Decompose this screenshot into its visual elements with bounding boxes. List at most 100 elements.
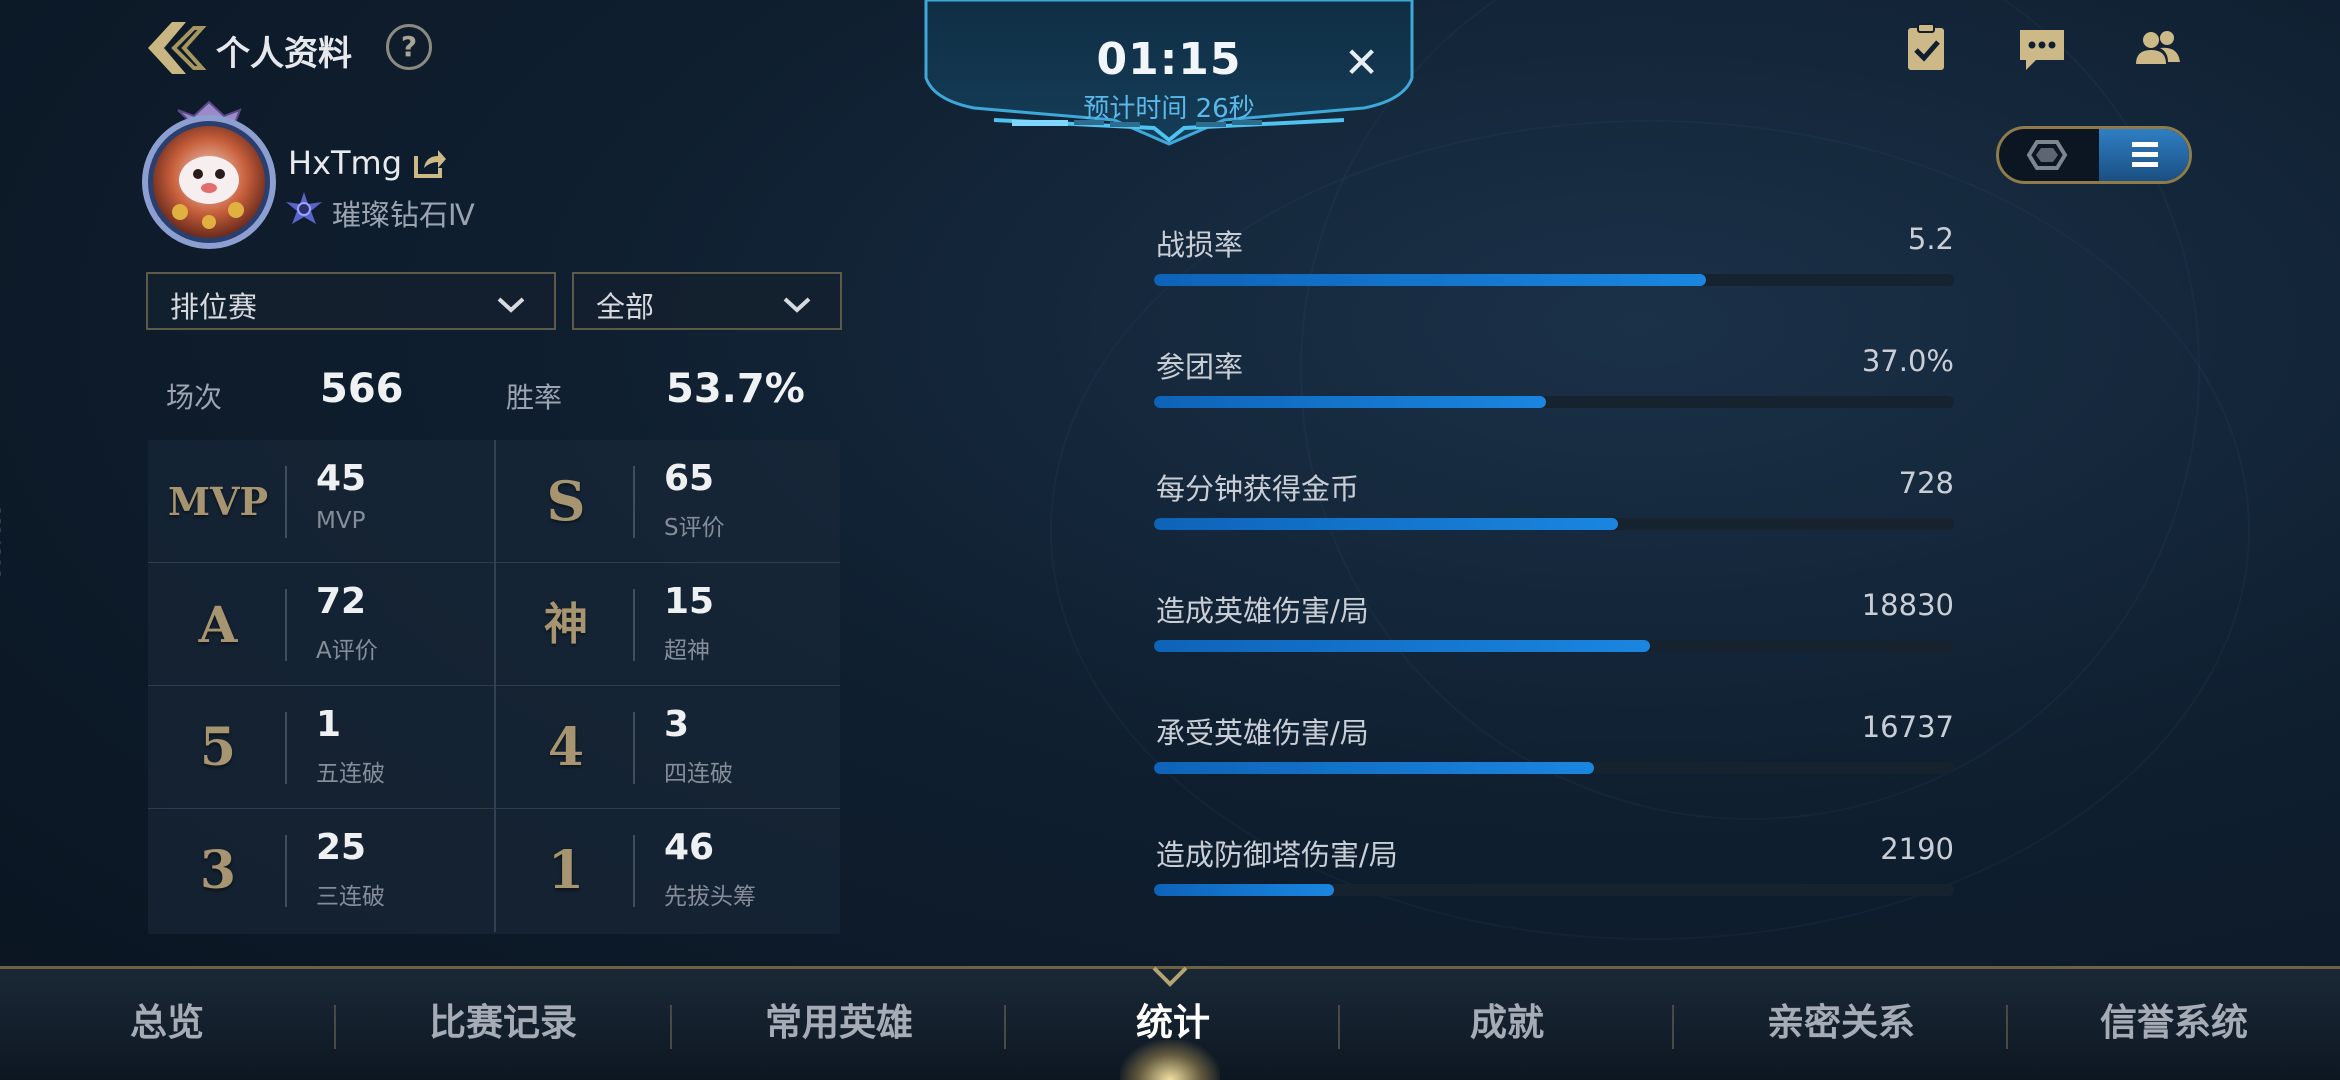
tab-overview[interactable]: 总览 [0,969,334,1080]
stat-mvp: MVP 45 MVP [148,440,494,563]
bar-value: 728 [1898,466,1954,500]
bar-track [1154,396,1954,408]
tab-achievements[interactable]: 成就 [1340,969,1674,1080]
stat-divider [285,589,287,661]
stat-value: 65 [664,458,715,499]
stat-bar-row: 参团率 37.0% [1154,344,1954,454]
stat-a-rating: A 72 A评价 [148,563,494,686]
bar-label: 造成英雄伤害/局 [1156,594,1369,628]
chat-button[interactable] [2014,20,2070,76]
winrate-value: 53.7% [666,366,805,412]
mvp-badge-icon: MVP [167,479,269,524]
bar-label: 造成防御塔伤害/局 [1156,838,1398,872]
chevron-down-icon [497,297,525,313]
stat-value: 15 [664,581,715,622]
help-button[interactable]: ? [386,24,432,70]
stat-label: 超神 [664,638,710,664]
bar-label: 每分钟获得金币 [1156,472,1360,506]
share-button[interactable] [412,146,448,180]
tab-match-history[interactable]: 比赛记录 [336,969,670,1080]
scope-dropdown[interactable]: 全部 [572,272,842,330]
friends-button[interactable] [2130,20,2186,76]
bar-fill [1154,396,1546,408]
tasks-button[interactable] [1898,20,1954,76]
stat-bar-row: 造成英雄伤害/局 18830 [1154,588,1954,698]
stat-divider [285,466,287,538]
quadra-kill-badge-icon: 4 [547,717,585,778]
bar-value: 5.2 [1907,222,1954,256]
avatar-frame [142,100,276,249]
tab-common-heroes[interactable]: 常用英雄 [672,969,1006,1080]
stat-label: 五连破 [316,761,385,787]
hexagon-icon [2026,140,2068,170]
stat-divider [633,589,635,661]
winrate-label: 胜率 [506,381,563,414]
rank-emblem [284,190,324,228]
view-toggle[interactable] [1996,126,2192,184]
stat-first-blood: 1 46 先拔头筹 [494,809,840,932]
list-icon [2132,142,2158,167]
mode-dropdown[interactable]: 排位赛 [146,272,556,330]
bar-value: 37.0% [1861,344,1954,378]
bar-fill [1154,762,1594,774]
rank-text: 璀璨钻石Ⅳ [332,198,475,232]
bar-value: 18830 [1861,588,1954,622]
bar-value: 2190 [1880,832,1954,866]
stat-divider [285,712,287,784]
stat-quadra-kill: 4 3 四连破 [494,686,840,809]
active-tab-arrow-icon [1152,966,1188,987]
tab-credit-system[interactable]: 信誉系统 [2008,969,2340,1080]
bar-track [1154,884,1954,896]
clipboard-check-icon [1908,23,1944,70]
stat-label: 四连破 [664,761,733,787]
bar-fill [1154,518,1618,530]
stat-label: MVP [316,508,366,534]
stat-value: 45 [316,458,367,499]
stat-divider [633,712,635,784]
chat-icon [2020,30,2064,70]
list-view-button[interactable] [2099,129,2189,181]
penta-kill-badge-icon: 5 [199,717,237,778]
stat-bar-row: 承受英雄伤害/局 16737 [1154,710,1954,820]
avatar[interactable] [140,100,278,250]
bar-track [1154,640,1954,652]
bar-label: 战损率 [1156,228,1244,262]
stat-value: 72 [316,581,367,622]
stat-penta-kill: 5 1 五连破 [148,686,494,809]
bar-label: 承受英雄伤害/局 [1156,716,1369,750]
stat-label: A评价 [316,638,378,664]
bar-fill [1154,884,1334,896]
bar-track [1154,762,1954,774]
friends-icon [2136,31,2180,64]
diamond-rank-icon [286,192,322,224]
page-title: 个人资料 [216,34,352,74]
stat-divider [285,835,287,907]
stat-s-rating: S 65 S评价 [494,440,840,563]
share-icon [414,150,446,178]
first-blood-badge-icon: 1 [547,840,585,901]
stat-label: 先拔头筹 [664,884,756,910]
hexagon-view-button[interactable] [1999,129,2095,181]
bar-fill [1154,274,1706,286]
tab-relationships[interactable]: 亲密关系 [1674,969,2008,1080]
timer-time: 01:15 [1096,34,1242,85]
a-rating-badge-icon: A [198,595,238,654]
matches-label: 场次 [166,381,223,414]
timer-estimate: 预计时间 26秒 [1083,94,1255,124]
back-button[interactable] [140,18,210,78]
matches-value: 566 [320,366,404,412]
stat-legendary: 神 15 超神 [494,563,840,686]
chevron-down-icon [783,297,811,313]
bar-track [1154,518,1954,530]
back-arrow-icon [148,22,207,74]
active-tab-glow [1120,1040,1220,1080]
close-timer-button[interactable]: ✕ [1344,38,1379,87]
stat-value: 46 [664,827,715,868]
stat-label: 三连破 [316,884,385,910]
bar-value: 16737 [1861,710,1954,744]
bar-label: 参团率 [1156,350,1244,384]
stat-value: 25 [316,827,367,868]
stat-triple-kill: 3 25 三连破 [148,809,494,932]
scope-dropdown-value: 全部 [596,290,655,324]
stat-bar-row: 战损率 5.2 [1154,222,1954,332]
